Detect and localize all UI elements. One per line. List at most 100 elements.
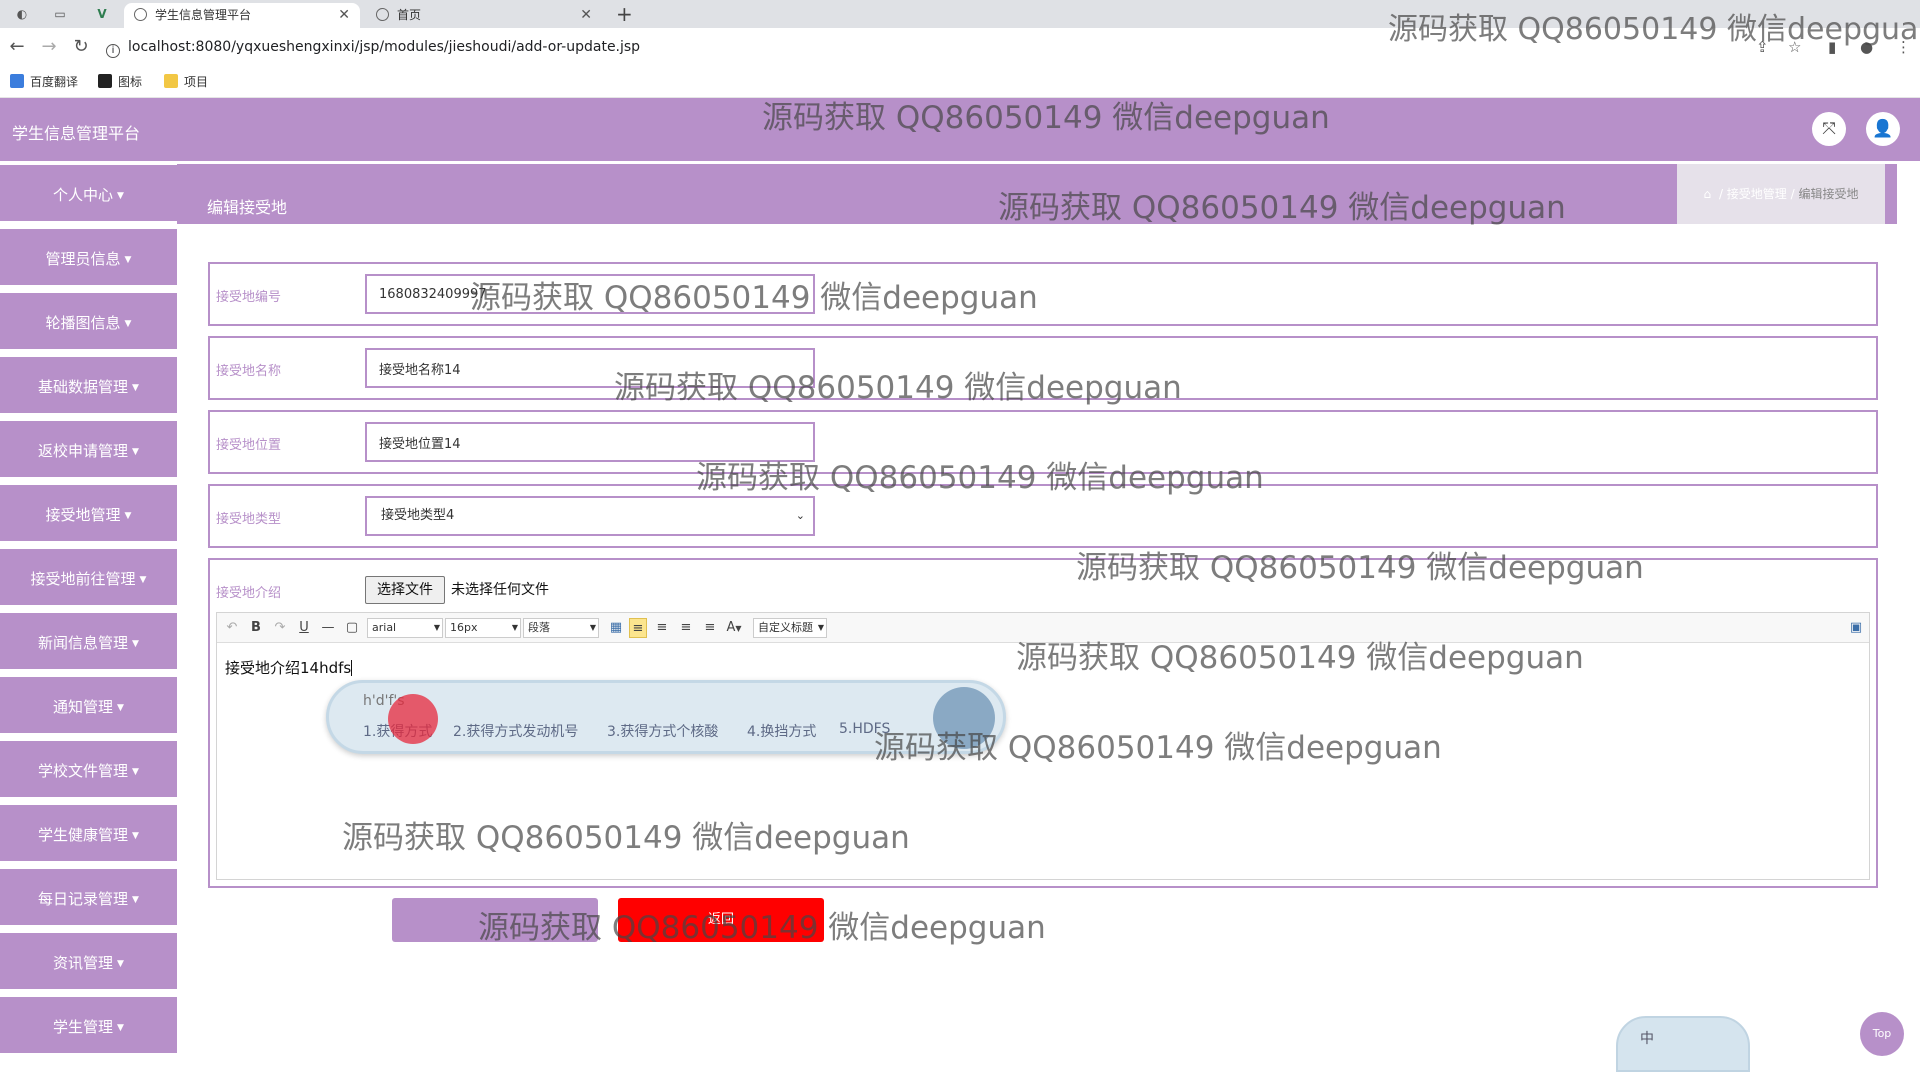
ime-candidate-2[interactable]: 2.获得方式发动机号 (453, 721, 578, 741)
url-field[interactable]: i localhost:8080/yqxueshengxinxi/jsp/modu… (106, 34, 1806, 60)
globe-icon (376, 8, 389, 21)
bookmark-icons[interactable]: 图标 (98, 72, 142, 92)
sidebar-item-notices[interactable]: 通知管理 ▼ (0, 677, 177, 737)
align-right-icon[interactable]: ≡ (653, 618, 671, 638)
align-left-icon[interactable]: ≡ (629, 618, 647, 638)
sidebar-item-receiving-place-trip[interactable]: 接受地前往管理 ▼ (0, 549, 177, 609)
sidebar-item-news-info[interactable]: 资讯管理 ▼ (0, 933, 177, 993)
back-button[interactable]: 返回 (618, 898, 824, 942)
chevron-down-icon: ▼ (124, 319, 132, 329)
sidebar-item-receiving-place[interactable]: 接受地管理 ▼ (0, 485, 177, 545)
tab-app[interactable]: 学生信息管理平台 ✕ (124, 3, 360, 28)
ime-candidate-3[interactable]: 3.获得方式个核酸 (607, 721, 718, 741)
sidebar-item-basic-data[interactable]: 基础数据管理 ▼ (0, 357, 177, 417)
type-select-value: 接受地类型4 (381, 508, 455, 523)
chevron-down-icon: ▼ (117, 959, 124, 969)
vue-tab-icon[interactable]: V (92, 4, 112, 24)
close-icon[interactable]: ✕ (338, 3, 350, 28)
name-label: 接受地名称 (216, 364, 282, 379)
info-icon[interactable]: i (106, 44, 120, 58)
sidebar-item-school-files[interactable]: 学校文件管理 ▼ (0, 741, 177, 801)
reload-icon[interactable]: ↻ (70, 36, 92, 58)
mouse-cursor-highlight (388, 694, 438, 744)
clear-format-icon[interactable]: ▢ (343, 618, 361, 638)
chevron-down-icon: ▼ (511, 623, 518, 632)
profile-icon[interactable]: ● (1860, 38, 1873, 56)
ime-candidate-4[interactable]: 4.换挡方式 (747, 721, 816, 741)
ime-candidate-5[interactable]: 5.HDFS (839, 721, 890, 737)
chevron-down-icon: ▼ (132, 639, 139, 649)
form-row-location: 接受地位置 (208, 410, 1878, 474)
bookmark-baidu-translate[interactable]: 百度翻译 (10, 72, 78, 92)
name-input[interactable] (365, 348, 815, 388)
chevron-down-icon: ▼ (589, 623, 596, 632)
sidebar-item-personal-center[interactable]: 个人中心 ▼ (0, 165, 177, 225)
location-input[interactable] (365, 422, 815, 462)
breadcrumb: ⌂ / 接受地管理 / 编辑接受地 (1677, 164, 1885, 224)
breadcrumb-current: 编辑接受地 (1798, 187, 1859, 201)
chevron-down-icon: ▼ (124, 255, 132, 265)
sidebar-item-daily-records[interactable]: 每日记录管理 ▼ (0, 869, 177, 929)
sidebar-item-student-health[interactable]: 学生健康管理 ▼ (0, 805, 177, 865)
close-icon[interactable]: ✕ (580, 3, 592, 28)
back-arrow-icon[interactable]: ← (6, 36, 28, 58)
ime-skin-decoration (933, 687, 995, 749)
chevron-down-icon: ▼ (117, 703, 124, 713)
tab-home-title: 首页 (397, 8, 422, 22)
address-bar: ← → ↻ i localhost:8080/yqxueshengxinxi/js… (0, 28, 1920, 66)
redo-icon[interactable]: ↷ (271, 618, 289, 638)
home-icon[interactable]: ⌂ (1704, 187, 1712, 201)
chevron-down-icon: ▼ (124, 511, 132, 521)
font-family-select[interactable]: arial ▼ (367, 618, 443, 638)
folder-icon (164, 74, 178, 88)
chevron-down-icon: ▼ (132, 447, 139, 457)
choose-file-button[interactable]: 选择文件 (365, 576, 445, 604)
menu-dots-icon[interactable]: ⋮ (1896, 38, 1911, 56)
sidebar-item-return-application[interactable]: 返校申请管理 ▼ (0, 421, 177, 481)
location-label: 接受地位置 (216, 438, 282, 453)
tab-group-icon[interactable]: ▭ (50, 4, 70, 24)
sidebar-item-news[interactable]: 新闻信息管理 ▼ (0, 613, 177, 673)
fullscreen-icon[interactable]: ⤧ (1812, 112, 1846, 146)
type-select[interactable]: 接受地类型4 ⌄ (365, 496, 815, 536)
editor-content[interactable]: 接受地介绍14hdfs (225, 657, 353, 678)
new-tab-button[interactable]: + (616, 2, 633, 26)
undo-icon[interactable]: ↶ (223, 618, 241, 638)
font-color-button[interactable]: A▼ (725, 618, 743, 638)
user-icon[interactable]: 👤 (1866, 112, 1900, 146)
breadcrumb-parent[interactable]: 接受地管理 (1727, 187, 1787, 201)
custom-title-select[interactable]: 自定义标题 ▼ (753, 618, 827, 638)
url-text: localhost:8080/yqxueshengxinxi/jsp/modul… (128, 39, 641, 55)
underline-button[interactable]: U (295, 618, 313, 638)
browser-tab-bar: ◐ ▭ V 学生信息管理平台 ✕ 首页 ✕ + (0, 0, 1920, 28)
sidebar-item-admin-info[interactable]: 管理员信息 ▼ (0, 229, 177, 289)
forward-arrow-icon[interactable]: → (38, 36, 60, 58)
fullscreen-editor-icon[interactable]: ▣ (1847, 618, 1865, 638)
bold-button[interactable]: B (247, 618, 265, 638)
bookmark-project[interactable]: 项目 (164, 72, 208, 92)
app-header: 学生信息管理平台 ⤧ 👤 (0, 98, 1920, 161)
chevron-down-icon: ▼ (117, 191, 124, 201)
back-to-top-button[interactable]: Top (1860, 1012, 1904, 1056)
align-justify-icon[interactable]: ≡ (701, 618, 719, 638)
sidepanel-icon[interactable]: ▮ (1828, 38, 1836, 56)
text-caret (351, 660, 353, 676)
code-label: 接受地编号 (216, 290, 282, 305)
ime-status-bar[interactable]: 中 (1616, 1016, 1750, 1072)
horizontal-rule-icon[interactable]: — (319, 618, 337, 638)
code-input[interactable] (365, 274, 815, 314)
browser-profile-icon[interactable]: ◐ (12, 4, 32, 24)
font-size-select[interactable]: 16px ▼ (445, 618, 521, 638)
table-icon[interactable]: ▦ (607, 618, 625, 638)
bookmark-star-icon[interactable]: ☆ (1788, 38, 1801, 56)
submit-button[interactable] (392, 898, 598, 942)
sidebar-item-students[interactable]: 学生管理 ▼ (0, 997, 177, 1057)
chevron-down-icon: ⌄ (795, 509, 805, 522)
translate-icon (10, 74, 24, 88)
chevron-down-icon: ▼ (132, 895, 139, 905)
sidebar-item-carousel-info[interactable]: 轮播图信息 ▼ (0, 293, 177, 353)
align-center-icon[interactable]: ≡ (677, 618, 695, 638)
share-icon[interactable]: ⇪ (1756, 38, 1769, 56)
tab-home[interactable]: 首页 ✕ (366, 3, 602, 28)
paragraph-select[interactable]: 段落 ▼ (523, 618, 599, 638)
